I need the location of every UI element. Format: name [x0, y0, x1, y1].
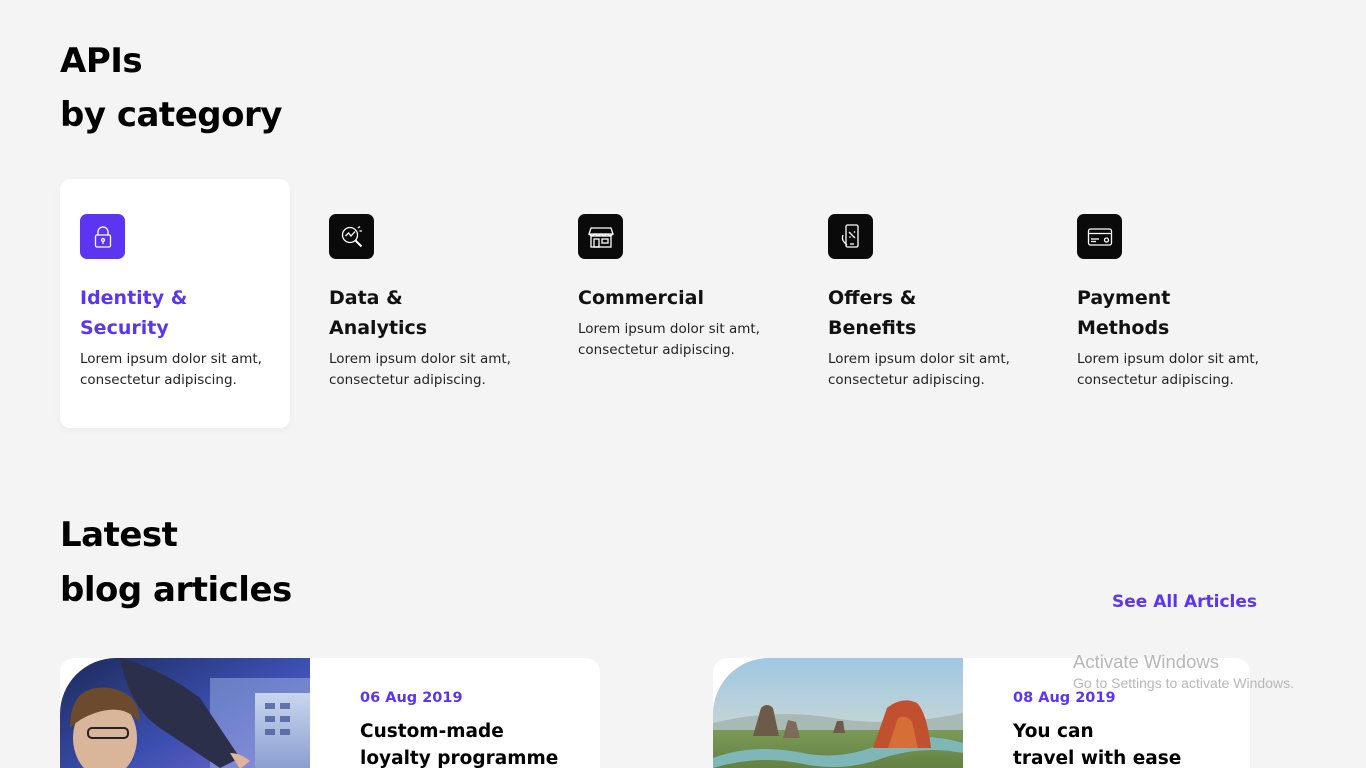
blog-image-landscape [713, 658, 963, 768]
category-description: Lorem ipsum dolor sit amt, consectetur a… [578, 321, 760, 358]
category-payment-methods[interactable]: Payment Methods Lorem ipsum dolor sit am… [1057, 179, 1287, 428]
category-title: Data & Analytics [329, 287, 428, 339]
apis-title-line2: by category [60, 95, 282, 135]
category-list: Identity & Security Lorem ipsum dolor si… [60, 179, 1310, 428]
category-description: Lorem ipsum dolor sit amt, consectetur a… [828, 351, 1010, 388]
category-description: Lorem ipsum dolor sit amt, consectetur a… [329, 351, 511, 388]
blog-image-tech-worker [60, 658, 310, 768]
analytics-magnifier-icon [329, 214, 374, 259]
blog-title-line1: Latest [60, 515, 178, 555]
see-all-articles-link[interactable]: See All Articles [1112, 592, 1257, 612]
category-offers-benefits[interactable]: Offers & Benefits Lorem ipsum dolor sit … [808, 179, 1038, 428]
watermark-title: Activate Windows [1073, 651, 1219, 672]
category-data-analytics[interactable]: Data & Analytics Lorem ipsum dolor sit a… [309, 179, 539, 428]
blog-date: 06 Aug 2019 [360, 690, 463, 706]
category-commercial[interactable]: Commercial Lorem ipsum dolor sit amt, co… [558, 179, 788, 428]
apis-section-title: APIs by category [60, 34, 282, 142]
mobile-offer-icon [828, 214, 873, 259]
storefront-icon [578, 214, 623, 259]
blog-title-line2: blog articles [60, 570, 292, 610]
category-title: Payment Methods [1077, 287, 1171, 339]
category-title: Identity & Security [80, 287, 188, 339]
activate-windows-watermark: Activate Windows Go to Settings to activ… [1073, 651, 1294, 691]
watermark-subtitle: Go to Settings to activate Windows. [1073, 675, 1294, 691]
blog-section-title: Latest blog articles [60, 508, 292, 618]
blog-date: 08 Aug 2019 [1013, 690, 1116, 706]
category-description: Lorem ipsum dolor sit amt, consectetur a… [80, 351, 262, 388]
blog-card-body: 06 Aug 2019 Custom-made loyalty programm… [360, 690, 580, 768]
category-title: Offers & Benefits [828, 287, 917, 339]
blog-title[interactable]: You can travel with ease [1013, 718, 1233, 768]
blog-title[interactable]: Custom-made loyalty programme [360, 718, 580, 768]
category-identity-security[interactable]: Identity & Security Lorem ipsum dolor si… [60, 179, 290, 428]
apis-title-line1: APIs [60, 41, 143, 81]
lock-icon [80, 214, 125, 259]
blog-card[interactable]: 06 Aug 2019 Custom-made loyalty programm… [60, 658, 600, 768]
credit-card-icon [1077, 214, 1122, 259]
blog-card-body: 08 Aug 2019 You can travel with ease [1013, 690, 1233, 768]
category-title: Commercial [578, 287, 704, 309]
category-description: Lorem ipsum dolor sit amt, consectetur a… [1077, 351, 1259, 388]
